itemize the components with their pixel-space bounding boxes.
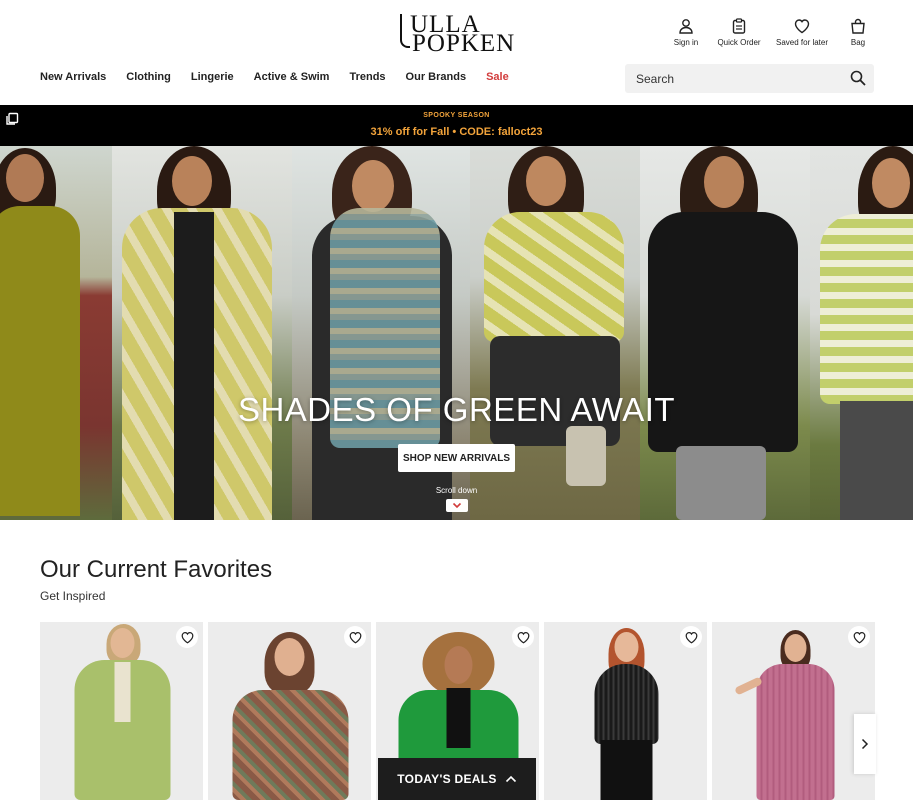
saved-for-later-link[interactable]: Saved for later xyxy=(774,18,830,47)
bag-link[interactable]: Bag xyxy=(846,18,870,47)
save-button[interactable] xyxy=(848,626,870,648)
save-button[interactable] xyxy=(680,626,702,648)
nav-clothing[interactable]: Clothing xyxy=(126,71,171,83)
sign-in-label: Sign in xyxy=(673,38,699,47)
favorites-title: Our Current Favorites xyxy=(40,556,273,583)
heart-icon xyxy=(794,19,810,34)
logo-line-2: POPKEN xyxy=(412,30,516,57)
save-button[interactable] xyxy=(176,626,198,648)
hero-photo-5 xyxy=(640,146,810,520)
bag-label: Bag xyxy=(850,38,866,47)
heart-icon xyxy=(853,631,865,644)
product-image xyxy=(40,622,203,800)
sign-in-link[interactable]: Sign in xyxy=(672,18,700,47)
chevron-right-icon xyxy=(861,738,869,750)
site-header: ULLA POPKEN Sign in Quick Order Saved fo… xyxy=(0,0,913,105)
product-card[interactable] xyxy=(208,622,371,800)
chevron-down-icon xyxy=(452,502,462,509)
search-icon[interactable] xyxy=(850,70,866,86)
brand-logo[interactable]: ULLA POPKEN xyxy=(396,10,518,56)
search-placeholder: Search xyxy=(636,72,675,86)
main-nav: New Arrivals Clothing Lingerie Active & … xyxy=(40,71,529,83)
saved-label: Saved for later xyxy=(775,38,829,47)
product-card[interactable] xyxy=(544,622,707,800)
user-icon xyxy=(679,19,693,34)
heart-icon xyxy=(181,631,193,644)
clipboard-icon xyxy=(732,18,746,34)
promo-banner[interactable]: SPOOKY SEASON 31% off for Fall • CODE: f… xyxy=(0,105,913,146)
shop-new-arrivals-button[interactable]: SHOP NEW ARRIVALS xyxy=(398,444,515,472)
nav-lingerie[interactable]: Lingerie xyxy=(191,71,234,83)
hero-photo-1 xyxy=(0,146,112,520)
promo-eyebrow: SPOOKY SEASON xyxy=(423,112,490,119)
scroll-down-button[interactable] xyxy=(446,499,468,512)
scroll-down-label: Scroll down xyxy=(435,486,478,495)
product-card[interactable] xyxy=(712,622,875,800)
hero-photo-6 xyxy=(810,146,913,520)
carousel-next-button[interactable] xyxy=(854,714,876,774)
product-image xyxy=(712,622,875,800)
heart-icon xyxy=(685,631,697,644)
todays-deals-button[interactable]: TODAY'S DEALS xyxy=(378,758,536,800)
bag-icon xyxy=(851,18,865,34)
product-image xyxy=(208,622,371,800)
hero-title: SHADES OF GREEN AWAIT xyxy=(237,391,676,428)
nav-new-arrivals[interactable]: New Arrivals xyxy=(40,71,106,83)
hero-photo-2 xyxy=(112,146,292,520)
quick-order-link[interactable]: Quick Order xyxy=(716,18,762,47)
chevron-up-icon xyxy=(505,775,516,783)
search-input[interactable]: Search xyxy=(625,64,874,93)
quick-order-label: Quick Order xyxy=(717,38,761,47)
promo-code-text: 31% off for Fall • CODE: falloct23 xyxy=(370,126,543,138)
hero-banner[interactable]: SHADES OF GREEN AWAIT SHOP NEW ARRIVALS … xyxy=(0,146,913,520)
todays-deals-label: TODAY'S DEALS xyxy=(397,772,497,786)
product-card[interactable] xyxy=(40,622,203,800)
nav-our-brands[interactable]: Our Brands xyxy=(406,71,467,83)
heart-icon xyxy=(517,631,529,644)
logo-mark xyxy=(400,14,410,48)
heart-icon xyxy=(349,631,361,644)
save-button[interactable] xyxy=(344,626,366,648)
nav-sale[interactable]: Sale xyxy=(486,71,509,83)
nav-active-swim[interactable]: Active & Swim xyxy=(254,71,330,83)
product-image xyxy=(544,622,707,800)
favorites-subtitle[interactable]: Get Inspired xyxy=(40,589,105,603)
nav-trends[interactable]: Trends xyxy=(349,71,385,83)
save-button[interactable] xyxy=(512,626,534,648)
